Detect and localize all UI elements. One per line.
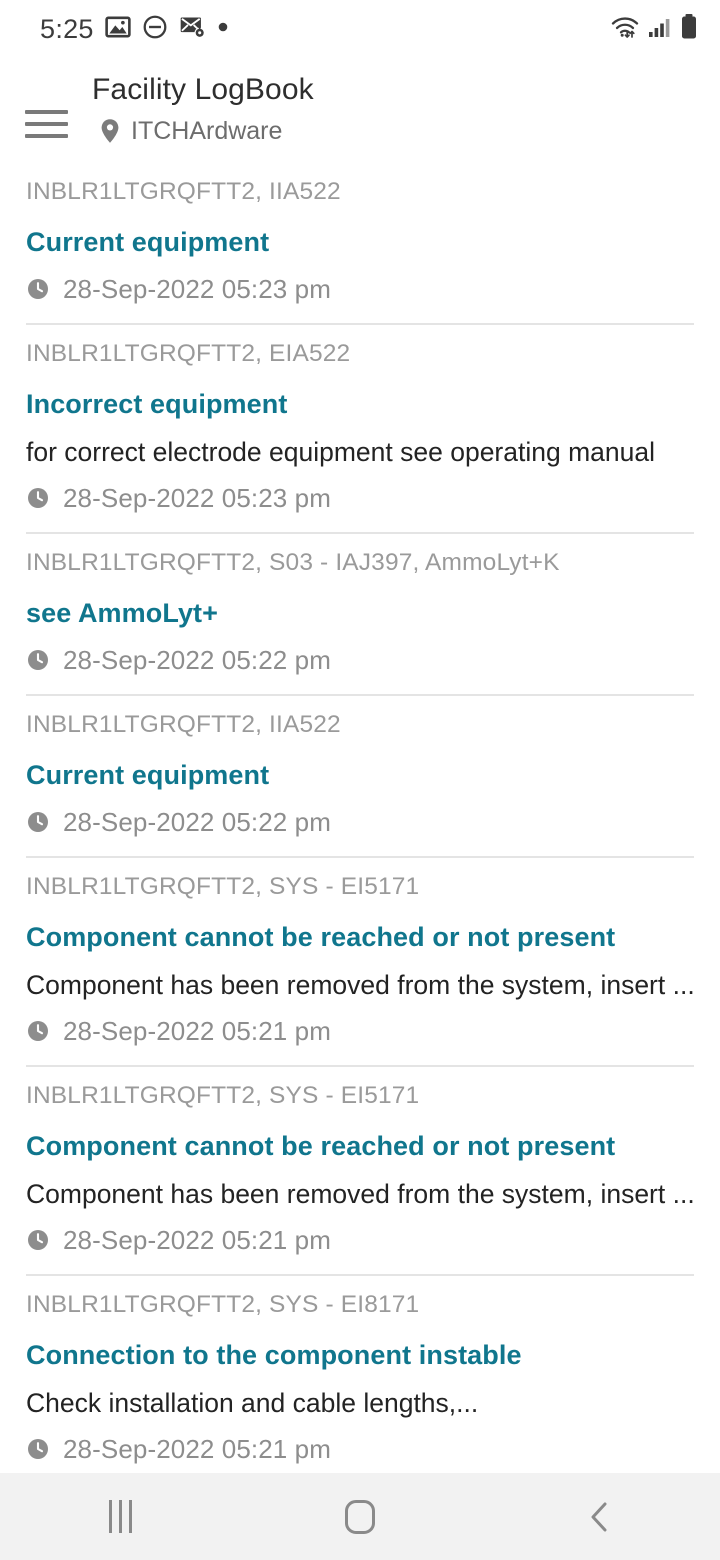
entry-meta: INBLR1LTGRQFTT2, IIA522 [26, 711, 341, 738]
entry-time-row: 28-Sep-2022 05:23 pm [26, 481, 694, 532]
app-bar-titles: Facility LogBook ITCHArdware [92, 62, 314, 147]
entry-time-row: 28-Sep-2022 05:21 pm [26, 1014, 694, 1065]
status-time: 5:25 [40, 13, 94, 44]
recents-bar [128, 1500, 132, 1533]
log-entry[interactable]: INBLR1LTGRQFTT2, SYS - EI5171 Component c… [26, 1067, 694, 1276]
clock-icon [26, 648, 50, 672]
entry-meta: INBLR1LTGRQFTT2, SYS - EI8171 [26, 1291, 420, 1318]
entry-timestamp: 28-Sep-2022 05:22 pm [63, 645, 331, 675]
entry-time-row: 28-Sep-2022 05:22 pm [26, 805, 694, 856]
entry-time-row: 28-Sep-2022 05:21 pm [26, 1223, 694, 1274]
entry-meta: INBLR1LTGRQFTT2, EIA522 [26, 340, 351, 367]
entry-time-row: 28-Sep-2022 05:22 pm [26, 643, 694, 694]
mail-settings-icon [179, 13, 206, 45]
entry-timestamp: 28-Sep-2022 05:21 pm [63, 1434, 331, 1464]
entry-title: Component cannot be reached or not prese… [26, 922, 616, 952]
recents-button[interactable] [0, 1473, 240, 1560]
wifi-icon [610, 14, 640, 45]
entry-description: for correct electrode equipment see oper… [26, 437, 655, 467]
clock-icon [26, 1228, 50, 1252]
log-entry-list[interactable]: INBLR1LTGRQFTT2, IIA522 Current equipment… [0, 163, 720, 1485]
entry-timestamp: 28-Sep-2022 05:22 pm [63, 807, 331, 837]
log-entry[interactable]: INBLR1LTGRQFTT2, SYS - EI8171 Connection … [26, 1276, 694, 1485]
log-entry[interactable]: INBLR1LTGRQFTT2, SYS - EI5171 Component c… [26, 858, 694, 1067]
back-icon [586, 1500, 614, 1534]
recents-bar [108, 1500, 112, 1533]
hamburger-bar [24, 122, 68, 126]
clock-icon [26, 486, 50, 510]
status-bar-left: 5:25 [40, 13, 229, 45]
back-button[interactable] [480, 1473, 720, 1560]
entry-timestamp: 28-Sep-2022 05:21 pm [63, 1225, 331, 1255]
log-entry[interactable]: INBLR1LTGRQFTT2, IIA522 Current equipment… [26, 696, 694, 858]
facility-name: ITCHArdware [131, 117, 283, 145]
entry-title: Component cannot be reached or not prese… [26, 1131, 616, 1161]
entry-meta: INBLR1LTGRQFTT2, S03 - IAJ397, AmmoLyt+K [26, 549, 560, 576]
battery-icon [680, 13, 698, 46]
log-entry[interactable]: INBLR1LTGRQFTT2, IIA522 Current equipment… [26, 163, 694, 325]
facility-subtitle-row: ITCHArdware [92, 115, 314, 147]
entry-description: Component has been removed from the syst… [26, 1179, 694, 1209]
status-bar: 5:25 [0, 0, 720, 58]
clock-icon [26, 277, 50, 301]
entry-timestamp: 28-Sep-2022 05:23 pm [63, 483, 331, 513]
cellular-signal-icon [647, 14, 673, 45]
recents-icon [108, 1500, 132, 1533]
entry-meta: INBLR1LTGRQFTT2, SYS - EI5171 [26, 1082, 420, 1109]
android-navigation-bar [0, 1473, 720, 1560]
entry-title: Connection to the component instable [26, 1340, 522, 1370]
entry-timestamp: 28-Sep-2022 05:23 pm [63, 274, 331, 304]
recents-bar [118, 1500, 122, 1533]
entry-title: Current equipment [26, 760, 270, 790]
entry-time-row: 28-Sep-2022 05:23 pm [26, 272, 694, 323]
entry-meta: INBLR1LTGRQFTT2, SYS - EI5171 [26, 873, 420, 900]
entry-description: Check installation and cable lengths,... [26, 1388, 479, 1418]
location-pin-icon [100, 118, 120, 144]
clock-icon [26, 1019, 50, 1043]
clock-icon [26, 810, 50, 834]
status-bar-right [610, 13, 698, 46]
log-entry[interactable]: INBLR1LTGRQFTT2, EIA522 Incorrect equipme… [26, 325, 694, 534]
clock-icon [26, 1437, 50, 1461]
entry-title: Current equipment [26, 227, 270, 257]
hamburger-menu-icon[interactable] [0, 62, 92, 138]
home-icon [345, 1499, 375, 1534]
entry-title: Incorrect equipment [26, 389, 288, 419]
log-entry[interactable]: INBLR1LTGRQFTT2, S03 - IAJ397, AmmoLyt+K… [26, 534, 694, 696]
image-icon [105, 14, 131, 45]
home-button[interactable] [240, 1473, 480, 1560]
hamburger-bar [24, 134, 68, 138]
entry-title: see AmmoLyt+ [26, 598, 219, 628]
hamburger-bar [24, 110, 68, 114]
entry-meta: INBLR1LTGRQFTT2, IIA522 [26, 178, 341, 205]
entry-timestamp: 28-Sep-2022 05:21 pm [63, 1016, 331, 1046]
do-not-disturb-icon [142, 14, 168, 45]
app-bar: Facility LogBook ITCHArdware [0, 58, 720, 163]
dot-icon [217, 20, 229, 38]
page-title: Facility LogBook [92, 73, 314, 106]
entry-description: Component has been removed from the syst… [26, 970, 694, 1000]
